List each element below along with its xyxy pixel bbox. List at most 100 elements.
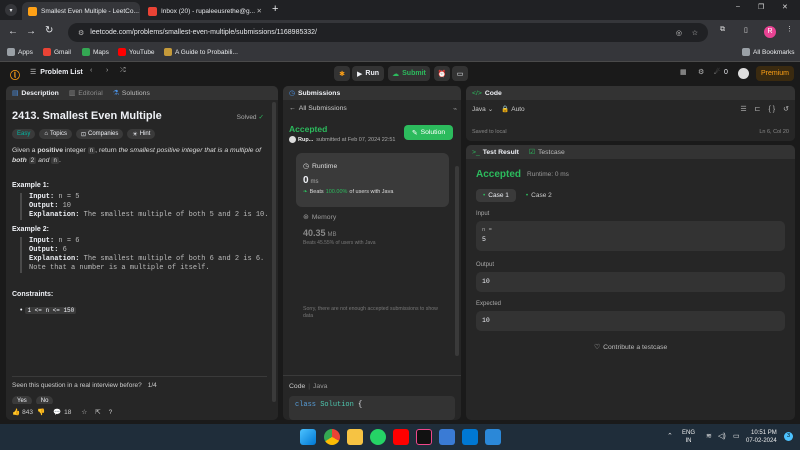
bookmark-maps[interactable]: Maps	[82, 48, 109, 56]
premium-button[interactable]: Premium	[756, 66, 794, 81]
chrome-icon[interactable]	[324, 429, 340, 445]
chevron-up-icon[interactable]: ⌃	[667, 432, 673, 440]
output-label: Output	[476, 262, 495, 268]
ex-value: n = 6	[54, 237, 80, 245]
reset-icon[interactable]: ↺	[783, 105, 789, 113]
url-bar[interactable]: ⚙ leetcode.com/problems/smallest-even-mu…	[68, 23, 708, 42]
kebab-menu-icon[interactable]: ⋮	[786, 25, 793, 33]
vscode-icon[interactable]	[462, 429, 478, 445]
bookmark-icon[interactable]: ⊏	[755, 105, 761, 113]
ex-label: Explanation:	[29, 255, 80, 263]
extensions-icon[interactable]: ⧉	[720, 26, 725, 34]
reload-icon[interactable]: ↻	[45, 25, 53, 36]
tab-testcase[interactable]: ☑ Testcase	[529, 148, 565, 157]
clock[interactable]: 10:51 PM 07-02-2024	[746, 429, 777, 445]
browser-tab-gmail[interactable]: Inbox (20) - rupaleeusrethe@g... ✕	[142, 2, 268, 20]
photos-icon[interactable]	[439, 429, 455, 445]
settings-gear-icon[interactable]: ⚙	[698, 68, 704, 76]
file-explorer-icon[interactable]	[347, 429, 363, 445]
format-lines-icon[interactable]: ☰	[740, 105, 746, 113]
timer-button[interactable]: ⏰	[434, 66, 450, 81]
code-tab[interactable]: </> Code	[466, 86, 795, 100]
problem-list-button[interactable]: ☰ Problem List	[30, 68, 83, 77]
all-submissions-link[interactable]: ← All Submissions	[289, 105, 347, 112]
memory-card[interactable]: ⊛ Memory 40.35 MB Beats 45.55% of users w…	[296, 211, 449, 259]
auto-toggle[interactable]: 🔒 Auto	[501, 105, 524, 114]
braces-icon[interactable]: { }	[769, 106, 776, 113]
tab-editorial[interactable]: ▥ Editorial	[69, 89, 103, 98]
problem-title[interactable]: 2413. Smallest Even Multiple	[12, 110, 272, 122]
help-icon[interactable]: ?	[109, 409, 113, 416]
bookmark-guide[interactable]: A Guide to Probabili...	[164, 48, 238, 56]
youtube-app-icon[interactable]	[393, 429, 409, 445]
share-icon[interactable]: ⇱	[95, 408, 100, 416]
bookmark-star-icon[interactable]: ☆	[692, 29, 698, 37]
intellij-icon[interactable]	[416, 429, 432, 445]
prev-problem-icon[interactable]: ‹	[90, 67, 92, 74]
inline-code: n	[51, 157, 59, 164]
shuffle-icon[interactable]: ⤮	[120, 67, 126, 75]
close-icon[interactable]: ✕	[257, 7, 262, 15]
test-status-row: Accepted Runtime: 0 ms	[476, 169, 569, 180]
runtime-card[interactable]: ◷ Runtime 0 ms ❧ Beats 100.00% of users with…	[296, 153, 449, 207]
lang-line1: ENG	[682, 430, 696, 436]
case-2-tab[interactable]: • Case 2	[522, 189, 556, 202]
submitted-time: submitted at Feb 07, 2024 22:51	[316, 136, 396, 143]
contribute-testcase-link[interactable]: ♡ Contribute a testcase	[594, 343, 667, 352]
window-close-icon[interactable]: ✕	[782, 3, 788, 11]
case-1-tab[interactable]: • Case 1	[476, 189, 516, 202]
new-tab-button[interactable]: +	[272, 3, 278, 15]
bookmark-gmail[interactable]: Gmail	[43, 48, 71, 56]
browser-tab-leetcode[interactable]: Smallest Even Multiple - LeetCo... ✕	[22, 2, 140, 20]
runtime-unit: ms	[310, 179, 319, 185]
volume-icon[interactable]: ◁)	[718, 432, 726, 440]
notes-button[interactable]: ▭	[452, 66, 468, 81]
bookmark-apps[interactable]: Apps	[7, 48, 33, 56]
comment-icon[interactable]: 💬	[53, 408, 61, 416]
language-select[interactable]: Java ⌄	[472, 105, 501, 114]
companies-tag[interactable]: ⊡ Companies	[75, 129, 124, 139]
lang-line2: IN	[685, 438, 692, 444]
restore-icon[interactable]: ❐	[758, 3, 764, 11]
ex-label: Output:	[29, 202, 59, 210]
sidepanel-icon[interactable]: ▯	[744, 26, 748, 34]
layout-grid-icon[interactable]: ▦	[680, 68, 687, 76]
language-indicator[interactable]: ENG IN	[682, 429, 695, 445]
user-avatar[interactable]	[738, 68, 749, 79]
description-scrollbar[interactable]	[272, 102, 276, 402]
link-icon[interactable]: ⌁	[453, 105, 457, 113]
wifi-icon[interactable]: ≋	[706, 432, 712, 440]
submit-button[interactable]: ☁ Submit	[388, 66, 430, 81]
battery-icon[interactable]: ▭	[733, 432, 740, 440]
debug-button[interactable]: ✱	[334, 66, 350, 81]
tab-search-button[interactable]: ▾	[5, 4, 17, 16]
close-icon[interactable]: ✕	[139, 7, 140, 15]
submissions-scrollbar[interactable]	[455, 166, 459, 356]
leetcode-logo-icon[interactable]: ⓛ	[10, 67, 20, 82]
all-bookmarks[interactable]: All Bookmarks	[742, 48, 795, 56]
back-arrow-icon[interactable]: ←	[8, 26, 18, 37]
site-info-icon[interactable]: ⚙	[78, 29, 84, 37]
whatsapp-icon[interactable]	[370, 429, 386, 445]
next-problem-icon[interactable]: ›	[106, 67, 108, 74]
windows-start-icon[interactable]	[300, 429, 316, 445]
minimize-icon[interactable]: –	[736, 3, 740, 10]
favorite-star-icon[interactable]: ☆	[81, 408, 87, 416]
profile-avatar[interactable]: R	[764, 26, 776, 38]
tab-test-result[interactable]: >_ Test Result	[472, 149, 519, 156]
solution-button[interactable]: ✎ Solution	[404, 125, 453, 140]
streak-fire-icon[interactable]: ☄	[714, 68, 720, 76]
thumbs-up-icon[interactable]: 👍	[12, 408, 20, 416]
run-button[interactable]: ▶ Run	[352, 66, 384, 81]
hint-tag[interactable]: ☀ Hint	[127, 129, 156, 139]
thumbs-down-icon[interactable]: 👎	[37, 408, 45, 416]
topics-tag[interactable]: ⌂ Topics	[39, 129, 72, 139]
bookmark-youtube[interactable]: YouTube	[118, 48, 155, 56]
tab-description[interactable]: ▤ Description	[12, 89, 59, 98]
submissions-tab[interactable]: ◷ Submissions	[283, 86, 461, 100]
store-icon[interactable]	[485, 429, 501, 445]
tab-solutions[interactable]: ⚗ Solutions	[113, 89, 150, 98]
lens-icon[interactable]: ◎	[676, 29, 682, 37]
notification-badge[interactable]: 3	[784, 432, 793, 441]
forward-arrow-icon[interactable]: →	[26, 26, 36, 37]
